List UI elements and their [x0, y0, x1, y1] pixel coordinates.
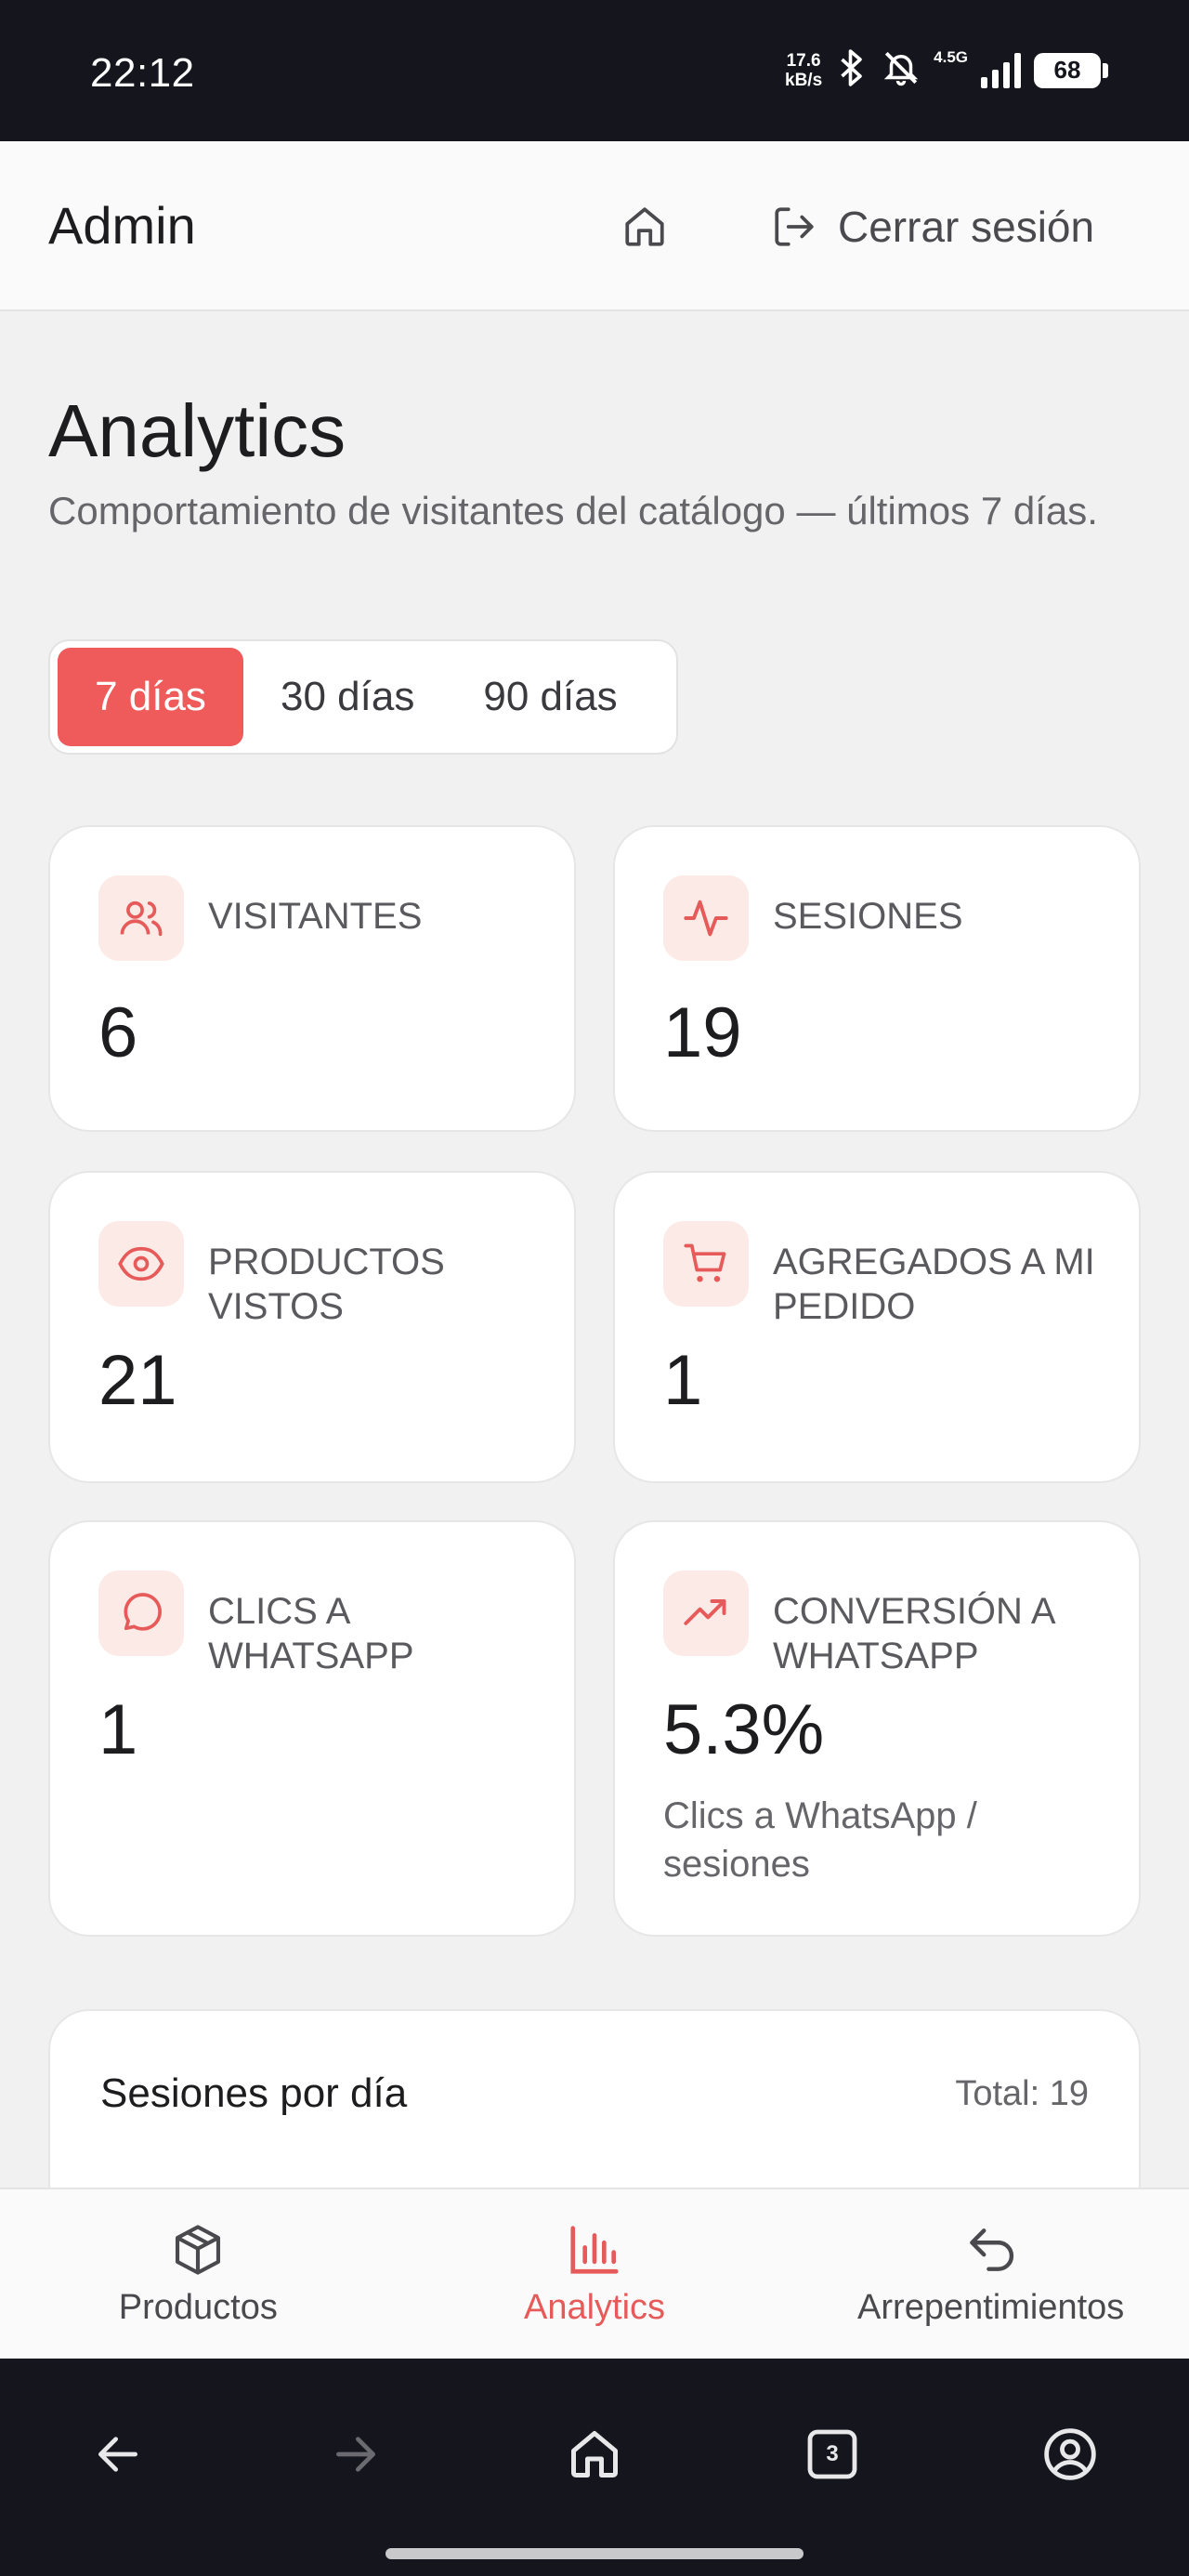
bluetooth-icon — [835, 48, 869, 92]
app-header: Admin Cerrar sesión — [0, 141, 1189, 311]
eye-icon — [98, 1221, 184, 1307]
bottom-nav: Productos Analytics Arrepentimientos — [0, 2188, 1189, 2359]
tabs-button[interactable]: 3 — [790, 2412, 874, 2496]
stat-label: Conversión a WhatsApp — [773, 1591, 1054, 1676]
stat-card-productos-vistos: Productos vistos 21 — [48, 1171, 576, 1483]
stat-value: 21 — [98, 1341, 177, 1420]
net-speed-unit: kB/s — [785, 70, 823, 90]
app-title: Admin — [48, 196, 196, 255]
undo-icon — [969, 2228, 1013, 2271]
home-indicator[interactable] — [385, 2548, 804, 2559]
net-speed: 17.6 kB/s — [785, 51, 822, 90]
stat-card-clics-whatsapp: Clics a WhatsApp 1 — [48, 1520, 576, 1937]
status-time: 22:12 — [90, 50, 195, 96]
stat-label: Agregados a mi pedido — [773, 1242, 1095, 1327]
activity-icon — [663, 875, 749, 961]
bar-chart-icon — [570, 2225, 619, 2274]
nav-tab-arrepentimientos[interactable]: Arrepentimientos — [792, 2189, 1189, 2359]
nav-tab-productos[interactable]: Productos — [0, 2189, 397, 2359]
range-option-7[interactable]: 7 días — [58, 648, 243, 746]
stat-value: 19 — [663, 993, 742, 1072]
page-subtitle: Comportamiento de visitantes del catálog… — [48, 489, 1098, 532]
signal-bars-icon — [981, 52, 1021, 88]
range-selector: 7 días 30 días 90 días — [48, 639, 678, 755]
account-icon — [1044, 2428, 1096, 2480]
net-speed-value: 17.6 — [786, 50, 821, 71]
logout-button[interactable]: Cerrar sesión — [771, 199, 1094, 255]
system-nav-bar: 3 — [0, 2359, 1189, 2576]
status-bar: 22:12 17.6 kB/s 4.5G 68 — [0, 0, 1189, 141]
message-icon — [98, 1571, 184, 1656]
logout-label: Cerrar sesión — [838, 203, 1095, 251]
stat-label: Visitantes — [208, 896, 423, 937]
tab-count: 3 — [826, 2441, 839, 2466]
back-button[interactable] — [76, 2412, 160, 2496]
trending-up-icon — [663, 1571, 749, 1656]
arrow-left-icon — [98, 2437, 138, 2472]
signal-label: 4.5G — [934, 47, 968, 66]
home-icon — [571, 2431, 618, 2477]
range-option-90[interactable]: 90 días — [451, 648, 648, 746]
stat-label: Clics a WhatsApp — [208, 1591, 414, 1676]
system-home-button[interactable] — [553, 2412, 636, 2496]
stat-card-visitantes: Visitantes 6 — [48, 825, 576, 1132]
stat-card-conversion: Conversión a WhatsApp 5.3% Clics a Whats… — [613, 1520, 1141, 1937]
nav-tab-label: Productos — [118, 2287, 278, 2327]
users-icon — [98, 875, 184, 961]
chart-title: Sesiones por día — [100, 2070, 408, 2116]
stat-value: 1 — [98, 1690, 138, 1769]
profile-button[interactable] — [1028, 2412, 1112, 2496]
bell-muted-icon — [882, 48, 921, 92]
stat-card-agregados: Agregados a mi pedido 1 — [613, 1171, 1141, 1483]
status-icons: 17.6 kB/s 4.5G 68 — [785, 47, 1108, 92]
logout-icon — [775, 207, 814, 246]
stat-note: Clics a WhatsApp / sesiones — [663, 1795, 977, 1885]
home-icon — [625, 207, 664, 246]
stat-value: 6 — [98, 993, 138, 1072]
nav-tab-analytics[interactable]: Analytics — [397, 2189, 793, 2359]
stat-value: 1 — [663, 1341, 703, 1420]
stat-card-sesiones: Sesiones 19 — [613, 825, 1141, 1132]
home-button[interactable] — [617, 199, 673, 255]
nav-tab-label: Arrepentimientos — [857, 2287, 1125, 2327]
range-option-30[interactable]: 30 días — [249, 648, 446, 746]
nav-tab-label: Analytics — [523, 2287, 666, 2327]
page-title: Analytics — [48, 389, 346, 472]
cart-icon — [663, 1221, 749, 1307]
arrow-right-icon — [336, 2437, 375, 2472]
package-icon — [176, 2224, 221, 2275]
battery-icon: 68 — [1034, 52, 1108, 88]
battery-level: 68 — [1053, 56, 1081, 84]
forward-button[interactable] — [314, 2412, 398, 2496]
stat-label: Sesiones — [773, 896, 963, 937]
stat-label: Productos vistos — [208, 1242, 445, 1327]
stat-value: 5.3% — [663, 1690, 825, 1769]
chart-total: Total: 19 — [955, 2074, 1089, 2113]
